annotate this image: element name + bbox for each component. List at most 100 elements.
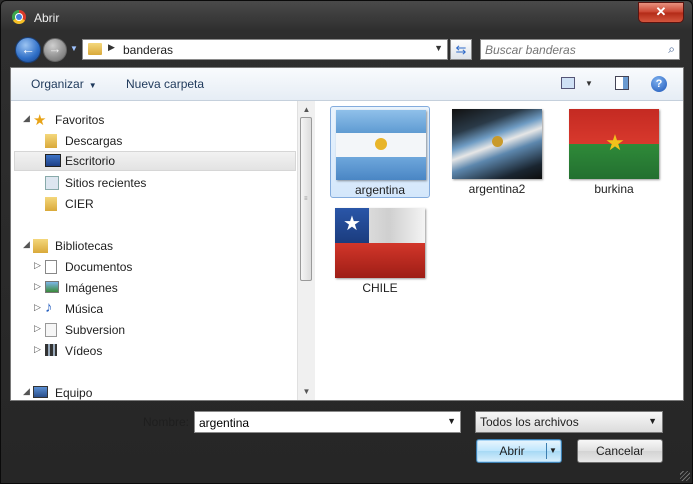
nav-item-favoritos[interactable]: ◢ ★ Favoritos	[11, 110, 296, 130]
search-icon[interactable]: ⌕	[668, 42, 675, 57]
open-options-dropdown-icon[interactable]: ▼	[547, 440, 559, 462]
nav-item-label: Vídeos	[65, 344, 103, 358]
expand-arrow-icon[interactable]: ▷	[34, 323, 41, 334]
chevron-down-icon: ▼	[648, 416, 657, 426]
cancel-button[interactable]: Cancelar	[577, 439, 663, 463]
nav-item-label: Descargas	[65, 134, 123, 148]
expand-arrow-icon[interactable]: ▷	[34, 281, 41, 292]
grip-icon: ≡	[304, 196, 308, 202]
desktop-icon	[45, 154, 61, 167]
refresh-button[interactable]: ⇆	[450, 39, 472, 60]
navigation-pane: ◢ ★ Favoritos Descargas Escritorio Sitio…	[11, 101, 315, 403]
new-folder-button[interactable]: Nueva carpeta	[126, 77, 204, 91]
command-bar: Organizar ▼ Nueva carpeta ▼ ?	[11, 68, 683, 101]
open-button[interactable]: Abrir ▼	[476, 439, 562, 463]
nav-item-label: Subversion	[65, 323, 126, 337]
organize-button[interactable]: Organizar ▼	[31, 77, 97, 91]
forward-arrow-icon: →	[48, 41, 62, 56]
refresh-icon: ⇆	[455, 42, 467, 57]
search-input[interactable]	[485, 42, 655, 57]
help-icon[interactable]: ?	[651, 76, 667, 92]
nav-item-videos[interactable]: ▷ Vídeos	[11, 341, 296, 361]
resize-grip[interactable]	[680, 471, 690, 481]
nav-item-bibliotecas[interactable]: ◢ Bibliotecas	[11, 236, 296, 256]
filename-combobox[interactable]: ▼	[194, 411, 461, 433]
expand-arrow-icon[interactable]: ▷	[34, 260, 41, 271]
history-dropdown-icon[interactable]: ▼	[70, 44, 78, 53]
open-button-label: Abrir	[499, 444, 525, 458]
folder-icon	[45, 197, 57, 211]
address-dropdown-icon[interactable]: ▼	[434, 43, 443, 53]
chevron-down-icon[interactable]: ▼	[447, 416, 456, 426]
window-title: Abrir	[34, 11, 60, 25]
dialog-content: Organizar ▼ Nueva carpeta ▼ ? ◢ ★ Favorit…	[10, 67, 684, 401]
nav-item-label: Música	[65, 302, 104, 316]
nav-item-sitios-recientes[interactable]: Sitios recientes	[11, 173, 296, 193]
nav-item-label: Favoritos	[55, 113, 105, 127]
back-arrow-icon: ←	[21, 41, 35, 57]
libraries-icon	[33, 239, 48, 253]
downloads-folder-icon	[45, 134, 57, 148]
file-item-argentina[interactable]: argentina	[330, 106, 430, 198]
preview-pane-icon[interactable]	[615, 76, 629, 90]
chrome-app-icon	[12, 10, 26, 24]
computer-icon	[33, 386, 48, 398]
dialog-footer: Nombre: ▼ Todos los archivos ▼ Abrir ▼ C…	[1, 401, 692, 483]
expand-arrow-icon[interactable]: ▷	[34, 344, 41, 355]
nav-item-cier[interactable]: CIER	[11, 194, 296, 214]
nav-item-descargas[interactable]: Descargas	[11, 131, 296, 151]
file-item-chile[interactable]: ★ CHILE	[330, 205, 430, 297]
address-bar[interactable]: ▶ banderas ▼	[82, 39, 448, 60]
close-button[interactable]: ✕	[638, 2, 684, 23]
pictures-icon	[45, 281, 59, 293]
flag-argentina2-thumbnail	[452, 109, 542, 179]
documents-icon	[45, 260, 57, 274]
folder-icon	[88, 43, 102, 55]
expand-arrow-icon[interactable]: ◢	[23, 113, 30, 124]
file-name: burkina	[594, 182, 634, 196]
expand-arrow-icon[interactable]: ▷	[34, 302, 41, 313]
expand-arrow-icon[interactable]: ◢	[23, 386, 30, 397]
chevron-down-icon: ▼	[88, 81, 97, 90]
close-icon: ✕	[655, 4, 667, 19]
expand-arrow-icon[interactable]: ◢	[23, 239, 30, 250]
nav-item-equipo[interactable]: ◢ Equipo	[11, 383, 296, 403]
change-view-icon[interactable]	[561, 77, 575, 89]
filename-input[interactable]	[199, 415, 439, 430]
navigation-toolbar: ← → ▼ ▶ banderas ▼ ⇆ ⌕	[10, 35, 684, 65]
search-box[interactable]: ⌕	[480, 39, 680, 60]
back-button[interactable]: ←	[15, 37, 41, 63]
nav-item-musica[interactable]: ▷ ♪ Música	[11, 299, 296, 319]
breadcrumb-separator-icon[interactable]: ▶	[108, 42, 115, 53]
flag-argentina-thumbnail	[336, 110, 426, 180]
view-dropdown-icon[interactable]: ▼	[585, 79, 593, 88]
star-icon: ★	[33, 112, 47, 129]
nav-item-label: Imágenes	[65, 281, 118, 295]
scrollbar-thumb[interactable]: ≡	[300, 117, 312, 281]
file-list: argentina argentina2 ★ burkina ★ CHILE	[316, 101, 682, 400]
nav-scrollbar[interactable]: ▲ ≡ ▼	[297, 101, 315, 400]
open-dialog: Abrir ✕ ← → ▼ ▶ banderas ▼ ⇆ ⌕ Organizar…	[0, 0, 693, 484]
organize-label: Organizar	[31, 77, 84, 91]
nav-item-subversion[interactable]: ▷ Subversion	[11, 320, 296, 340]
videos-icon	[45, 344, 57, 356]
music-icon: ♪	[45, 299, 53, 316]
scroll-down-icon[interactable]: ▼	[298, 387, 315, 396]
nav-item-label: CIER	[65, 197, 94, 211]
file-item-argentina2[interactable]: argentina2	[447, 106, 547, 198]
nav-item-label: Bibliotecas	[55, 239, 114, 253]
file-name: CHILE	[362, 281, 398, 295]
file-item-burkina[interactable]: ★ burkina	[564, 106, 664, 198]
forward-button[interactable]: →	[43, 38, 67, 62]
file-name: argentina2	[468, 182, 526, 196]
nav-item-escritorio[interactable]: Escritorio	[14, 151, 296, 171]
file-name: argentina	[354, 183, 406, 197]
filetype-select[interactable]: Todos los archivos ▼	[475, 411, 663, 433]
scroll-up-icon[interactable]: ▲	[298, 105, 315, 114]
nav-item-imagenes[interactable]: ▷ Imágenes	[11, 278, 296, 298]
subversion-icon	[45, 323, 57, 337]
nav-item-documentos[interactable]: ▷ Documentos	[11, 257, 296, 277]
breadcrumb-current[interactable]: banderas	[123, 43, 173, 57]
filename-label: Nombre:	[143, 415, 190, 429]
nav-item-label: Sitios recientes	[65, 176, 147, 190]
